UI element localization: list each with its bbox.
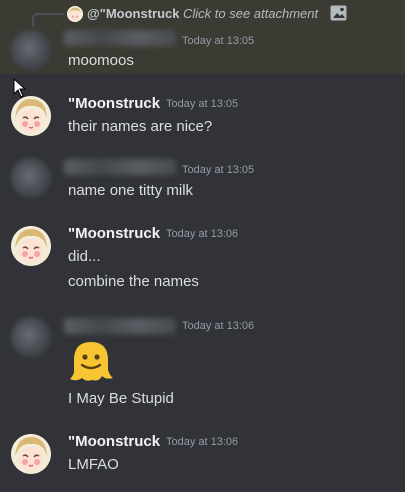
image-icon[interactable]: [330, 5, 347, 21]
avatar[interactable]: [11, 317, 51, 357]
message-text: I May Be Stupid: [68, 390, 174, 407]
message-1[interactable]: @"Moonstruck Click to see attachment Tod…: [0, 0, 405, 74]
reply-avatar[interactable]: [67, 6, 83, 22]
avatar[interactable]: [11, 158, 51, 198]
message-text: their names are nice?: [68, 118, 213, 135]
reply-attachment-link[interactable]: Click to see attachment: [183, 6, 318, 21]
author-name[interactable]: "Moonstruck: [68, 433, 160, 450]
author-name-blurred[interactable]: [64, 30, 176, 46]
message-5[interactable]: Today at 13:06 I May Be Stupid: [0, 310, 405, 410]
message-text: LMFAO: [68, 456, 119, 473]
message-text: did...: [68, 248, 101, 265]
message-6[interactable]: "Moonstruck Today at 13:06 LMFAO: [0, 428, 405, 488]
message-3[interactable]: Today at 13:05 name one titty milk: [0, 150, 405, 204]
timestamp: Today at 13:06: [182, 320, 255, 332]
avatar[interactable]: [11, 96, 51, 136]
avatar[interactable]: [11, 30, 51, 70]
message-2[interactable]: "Moonstruck Today at 13:05 their names a…: [0, 90, 405, 140]
author-name[interactable]: "Moonstruck: [68, 225, 160, 242]
melting-face-icon: [70, 342, 113, 381]
author-name-blurred[interactable]: [64, 318, 176, 334]
timestamp: Today at 13:05: [182, 35, 255, 47]
message-text: moomoos: [68, 52, 134, 69]
timestamp: Today at 13:06: [166, 228, 239, 240]
reply-connector: [32, 13, 64, 27]
message-text: combine the names: [68, 273, 199, 290]
author-name-blurred[interactable]: [64, 159, 176, 175]
timestamp: Today at 13:06: [166, 436, 239, 448]
avatar[interactable]: [11, 226, 51, 266]
reply-author[interactable]: @"Moonstruck: [87, 6, 180, 21]
author-name[interactable]: "Moonstruck: [68, 95, 160, 112]
message-4[interactable]: "Moonstruck Today at 13:06 did... combin…: [0, 220, 405, 300]
avatar[interactable]: [11, 434, 51, 474]
timestamp: Today at 13:05: [182, 164, 255, 176]
timestamp: Today at 13:05: [166, 98, 239, 110]
message-text: name one titty milk: [68, 182, 194, 199]
